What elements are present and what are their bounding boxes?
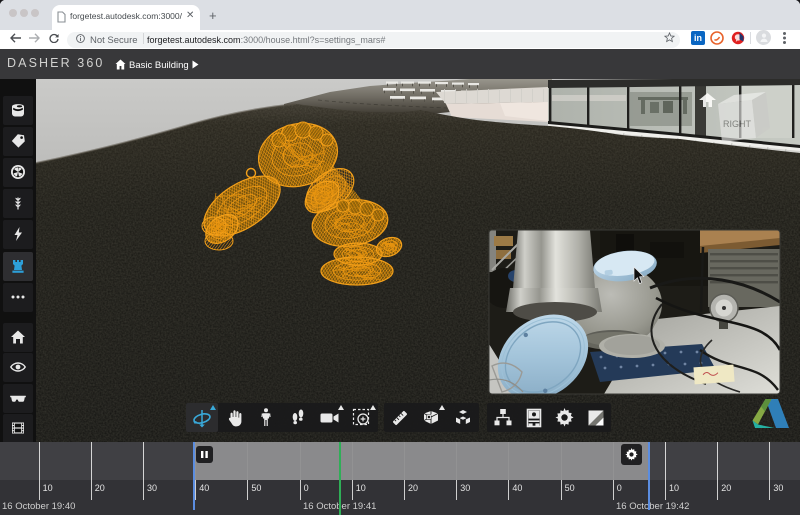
svg-text:RIGHT: RIGHT: [723, 119, 752, 129]
